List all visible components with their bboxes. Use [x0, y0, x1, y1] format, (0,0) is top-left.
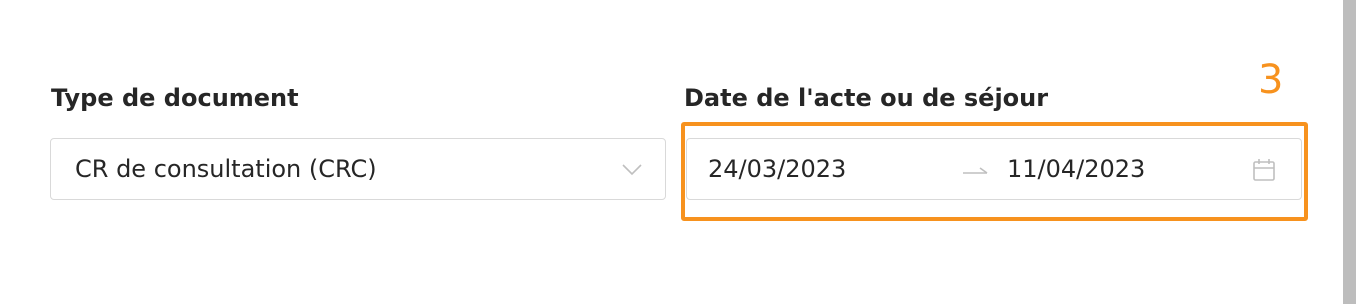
date-range-label: Date de l'acte ou de séjour — [684, 84, 1049, 112]
annotation-highlight-box — [681, 122, 1308, 221]
document-type-label: Type de document — [51, 84, 299, 112]
document-type-value: CR de consultation (CRC) — [75, 155, 377, 183]
form-page: Type de document Date de l'acte ou de sé… — [0, 0, 1356, 304]
annotation-step-number: 3 — [1258, 57, 1284, 103]
chevron-down-icon — [622, 164, 642, 176]
scrollbar[interactable] — [1343, 0, 1356, 304]
document-type-select[interactable]: CR de consultation (CRC) — [50, 138, 666, 200]
